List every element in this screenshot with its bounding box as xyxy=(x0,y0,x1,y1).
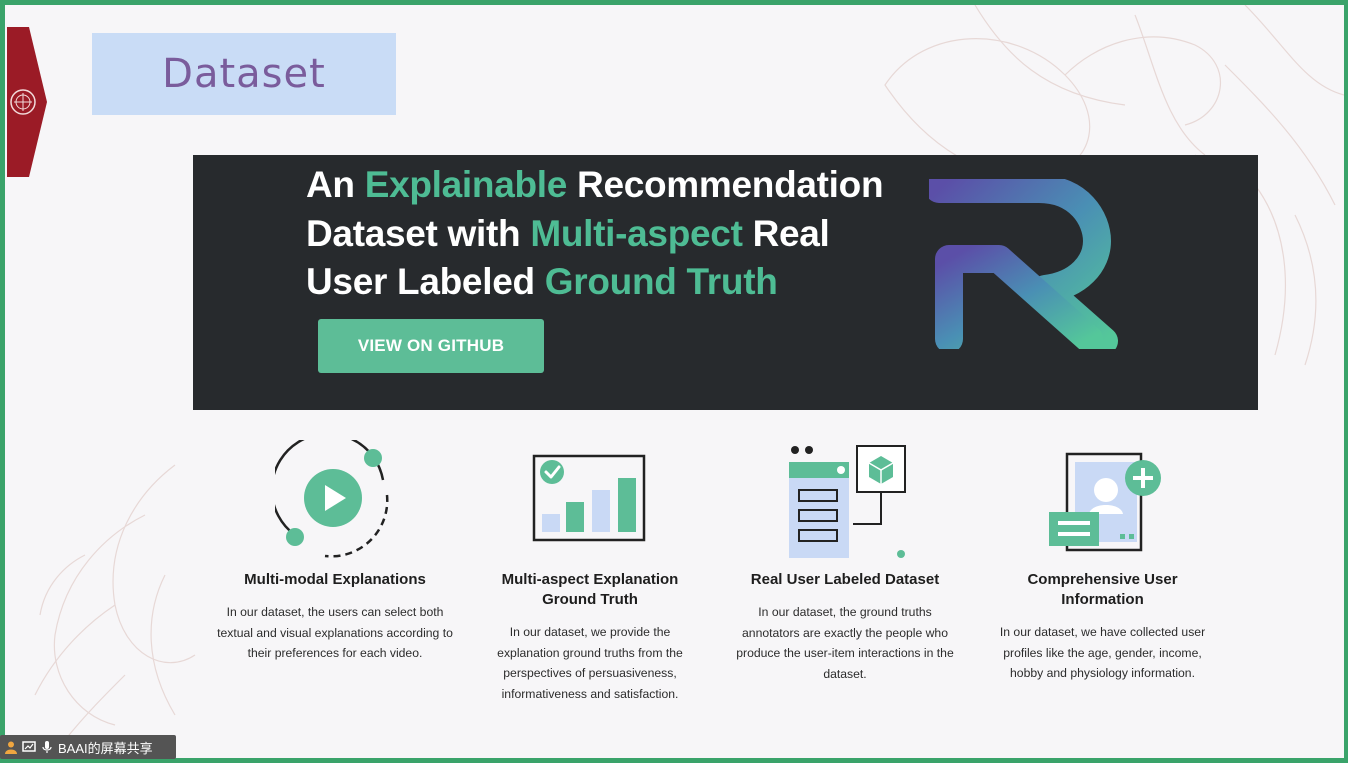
floral-decoration-bottom-left xyxy=(34,464,196,741)
feature-title: Comprehensive User Information xyxy=(1027,571,1178,608)
headline-highlight: Ground Truth xyxy=(544,261,778,302)
screen-share-bar[interactable]: BAAI的屏幕共享 xyxy=(0,735,176,759)
feature-title: Multi-aspect Explanation Ground Truth xyxy=(501,571,679,608)
headline-part: An xyxy=(306,164,365,205)
slide-title: Dataset xyxy=(162,51,326,97)
feature-description: In our dataset, the ground truths annota… xyxy=(736,605,954,681)
screen-share-label: BAAI的屏幕共享 xyxy=(58,740,153,756)
user-profile-add-icon xyxy=(1049,452,1161,552)
hero-banner: An Explainable Recommendation Dataset wi… xyxy=(193,155,1258,410)
feature-description: In our dataset, we provide the explanati… xyxy=(497,625,683,701)
view-on-github-button[interactable]: VIEW ON GITHUB xyxy=(318,319,544,373)
slide: Dataset An Explainable Recommendation Da… xyxy=(5,5,1344,758)
feature-title: Multi-modal Explanations xyxy=(244,571,426,588)
headline-highlight: Multi-aspect xyxy=(530,212,743,254)
headline-part: User Labeled xyxy=(306,261,545,302)
microphone-icon[interactable] xyxy=(40,740,54,754)
headline-part: Recommendation xyxy=(567,164,884,205)
screen-icon[interactable] xyxy=(22,740,36,754)
feature-description: In our dataset, the users can select bot… xyxy=(217,605,453,660)
university-logo xyxy=(7,27,47,177)
r-logo-icon xyxy=(929,179,1118,349)
play-circle-icon xyxy=(275,440,389,558)
slide-title-box: Dataset xyxy=(92,33,396,115)
database-cube-icon xyxy=(789,445,906,558)
feature-description: In our dataset, we have collected user p… xyxy=(999,625,1206,680)
bar-chart-check-icon xyxy=(532,454,646,542)
headline-highlight: Explainable xyxy=(364,164,568,205)
feature-title: Real User Labeled Dataset xyxy=(750,571,940,588)
user-icon[interactable] xyxy=(4,740,18,754)
headline-part: Dataset with xyxy=(306,212,531,254)
hero-headline: An Explainable Recommendation Dataset wi… xyxy=(306,161,926,307)
headline-part: Real xyxy=(742,212,830,254)
